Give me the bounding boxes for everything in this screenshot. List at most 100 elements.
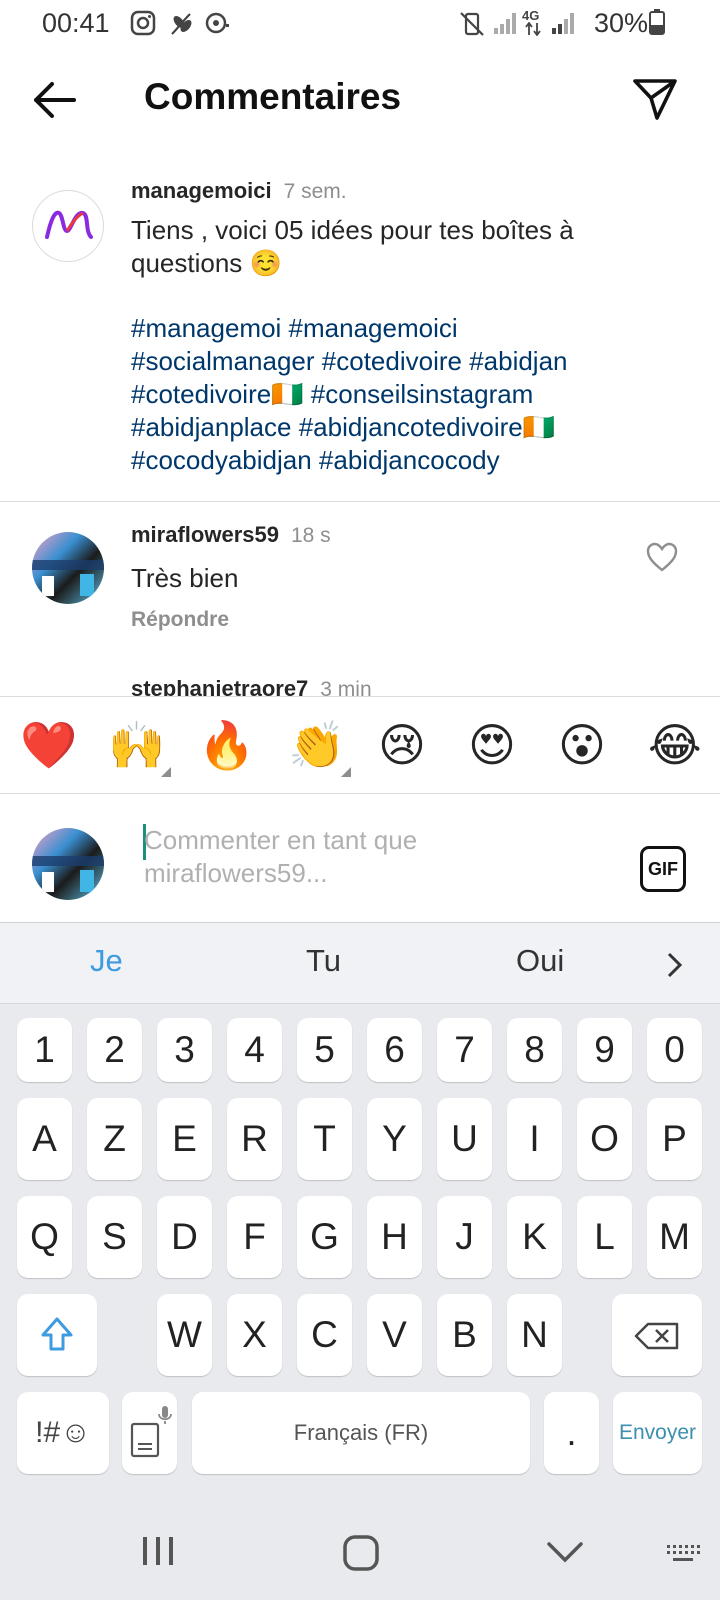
home-icon[interactable] <box>342 1534 380 1572</box>
key-2[interactable]: 2 <box>87 1018 142 1082</box>
key-a[interactable]: A <box>17 1098 72 1180</box>
hashtag-line[interactable]: #cotedivoire🇨🇮 #conseilsinstagram <box>131 378 701 411</box>
period-key[interactable]: . <box>544 1392 599 1474</box>
key-6[interactable]: 6 <box>367 1018 422 1082</box>
suggestion-item[interactable]: Tu <box>306 943 341 979</box>
battery-percent: 30% <box>594 8 649 38</box>
comment-text-line: questions ☺️ <box>131 248 282 278</box>
key-u[interactable]: U <box>437 1098 492 1180</box>
key-g[interactable]: G <box>297 1196 352 1278</box>
symbols-key[interactable]: !#☺ <box>17 1392 109 1474</box>
gif-button[interactable]: GIF <box>640 846 686 892</box>
mute-vibrate-icon <box>460 12 484 36</box>
comment-item-partial: stephanietraore7 3 min <box>0 680 720 696</box>
comment-username[interactable]: managemoici <box>131 178 272 203</box>
avatar-image-icon <box>32 856 104 892</box>
key-l[interactable]: L <box>577 1196 632 1278</box>
emoji-clap[interactable]: 👏 <box>288 719 345 771</box>
data-arrows-icon <box>525 22 541 36</box>
emoji-fire[interactable]: 🔥 <box>198 719 255 771</box>
comment-username[interactable]: stephanietraore7 <box>131 680 308 696</box>
emoji-heart-eyes[interactable]: 😍 <box>468 719 516 771</box>
keyboard-hide-icon[interactable] <box>666 1544 700 1564</box>
key-0[interactable]: 0 <box>647 1018 702 1082</box>
key-w[interactable]: W <box>157 1294 212 1376</box>
key-e[interactable]: E <box>157 1098 212 1180</box>
key-z[interactable]: Z <box>87 1098 142 1180</box>
hashtag-list: #managemoi #managemoici #socialmanager #… <box>131 312 701 477</box>
heart-icon[interactable] <box>646 542 678 572</box>
key-3[interactable]: 3 <box>157 1018 212 1082</box>
arrow-left-icon[interactable] <box>30 78 78 122</box>
key-7[interactable]: 7 <box>437 1018 492 1082</box>
skin-tone-indicator <box>341 767 351 777</box>
key-x[interactable]: X <box>227 1294 282 1376</box>
key-q[interactable]: Q <box>17 1196 72 1278</box>
key-d[interactable]: D <box>157 1196 212 1278</box>
hashtag-line[interactable]: #abidjanplace #abidjancotedivoire🇨🇮 <box>131 411 701 444</box>
suggestion-bar: Je Tu Oui <box>0 922 720 1004</box>
key-n[interactable]: N <box>507 1294 562 1376</box>
comment-username[interactable]: miraflowers59 <box>131 522 279 547</box>
key-r[interactable]: R <box>227 1098 282 1180</box>
backspace-key[interactable] <box>612 1294 702 1376</box>
emoji-crying[interactable]: 😢 <box>378 719 426 771</box>
key-9[interactable]: 9 <box>577 1018 632 1082</box>
avatar[interactable] <box>32 190 104 262</box>
caption-comment: managemoici 7 sem. Tiens , voici 05 idées… <box>0 170 720 500</box>
key-1[interactable]: 1 <box>17 1018 72 1082</box>
signal-icon-2 <box>552 13 574 34</box>
key-k[interactable]: K <box>507 1196 562 1278</box>
status-bar: 00:41 4G 30% <box>0 0 720 50</box>
suggestion-item[interactable]: Je <box>90 943 123 979</box>
key-y[interactable]: Y <box>367 1098 422 1180</box>
backspace-icon <box>634 1322 679 1350</box>
avatar[interactable] <box>32 532 104 604</box>
avatar-image-icon <box>32 560 104 596</box>
key-4[interactable]: 4 <box>227 1018 282 1082</box>
key-h[interactable]: H <box>367 1196 422 1278</box>
key-5[interactable]: 5 <box>297 1018 352 1082</box>
key-p[interactable]: P <box>647 1098 702 1180</box>
key-8[interactable]: 8 <box>507 1018 562 1082</box>
reply-button[interactable]: Répondre <box>131 608 229 632</box>
recent-apps-icon[interactable] <box>141 1534 175 1568</box>
emoji-heart[interactable]: ❤️ <box>20 719 77 771</box>
paper-plane-icon[interactable] <box>632 76 678 122</box>
emoji-raised-hands[interactable]: 🙌 <box>108 719 165 771</box>
keyboard: Je Tu Oui 1 2 3 4 5 6 7 8 9 0 A Z E R T … <box>0 922 720 1600</box>
hashtag-line[interactable]: #socialmanager #cotedivoire #abidjan <box>131 345 701 378</box>
key-o[interactable]: O <box>577 1098 632 1180</box>
comment-text: Très bien <box>131 563 239 593</box>
comment-text: Tiens , voici 05 idées pour tes boîtes à… <box>131 214 691 280</box>
key-v[interactable]: V <box>367 1294 422 1376</box>
key-s[interactable]: S <box>87 1196 142 1278</box>
battery-icon <box>649 9 665 35</box>
key-f[interactable]: F <box>227 1196 282 1278</box>
space-key[interactable]: Français (FR) <box>192 1392 530 1474</box>
key-j[interactable]: J <box>437 1196 492 1278</box>
back-chevron-icon[interactable] <box>546 1540 584 1564</box>
chevron-right-icon[interactable] <box>666 951 684 979</box>
comment-input[interactable]: Commenter en tant que miraflowers59... <box>144 824 564 890</box>
chat-notification-icon <box>205 12 229 34</box>
key-c[interactable]: C <box>297 1294 352 1376</box>
shift-key[interactable] <box>17 1294 97 1376</box>
key-b[interactable]: B <box>437 1294 492 1376</box>
hashtag-line[interactable]: #cocodyabidjan #abidjancocody <box>131 444 701 477</box>
emoji-reaction-bar: ❤️ 🙌 🔥 👏 😢 😍 😮 😂 <box>0 696 720 794</box>
suggestion-item[interactable]: Oui <box>516 943 564 979</box>
emoji-surprised[interactable]: 😮 <box>558 719 606 771</box>
skin-tone-indicator <box>161 767 171 777</box>
send-key[interactable]: Envoyer <box>613 1392 702 1474</box>
keyboard-settings-key[interactable] <box>122 1392 177 1474</box>
key-t[interactable]: T <box>297 1098 352 1180</box>
signal-icon-1 <box>494 13 516 34</box>
comment-text-line: Tiens , voici 05 idées pour tes boîtes à <box>131 215 574 245</box>
emoji-laughing[interactable]: 😂 <box>648 719 702 771</box>
instagram-notification-icon <box>130 10 156 36</box>
key-i[interactable]: I <box>507 1098 562 1180</box>
hashtag-line[interactable]: #managemoi #managemoici <box>131 312 701 345</box>
comment-time: 18 s <box>290 524 331 547</box>
key-m[interactable]: M <box>647 1196 702 1278</box>
